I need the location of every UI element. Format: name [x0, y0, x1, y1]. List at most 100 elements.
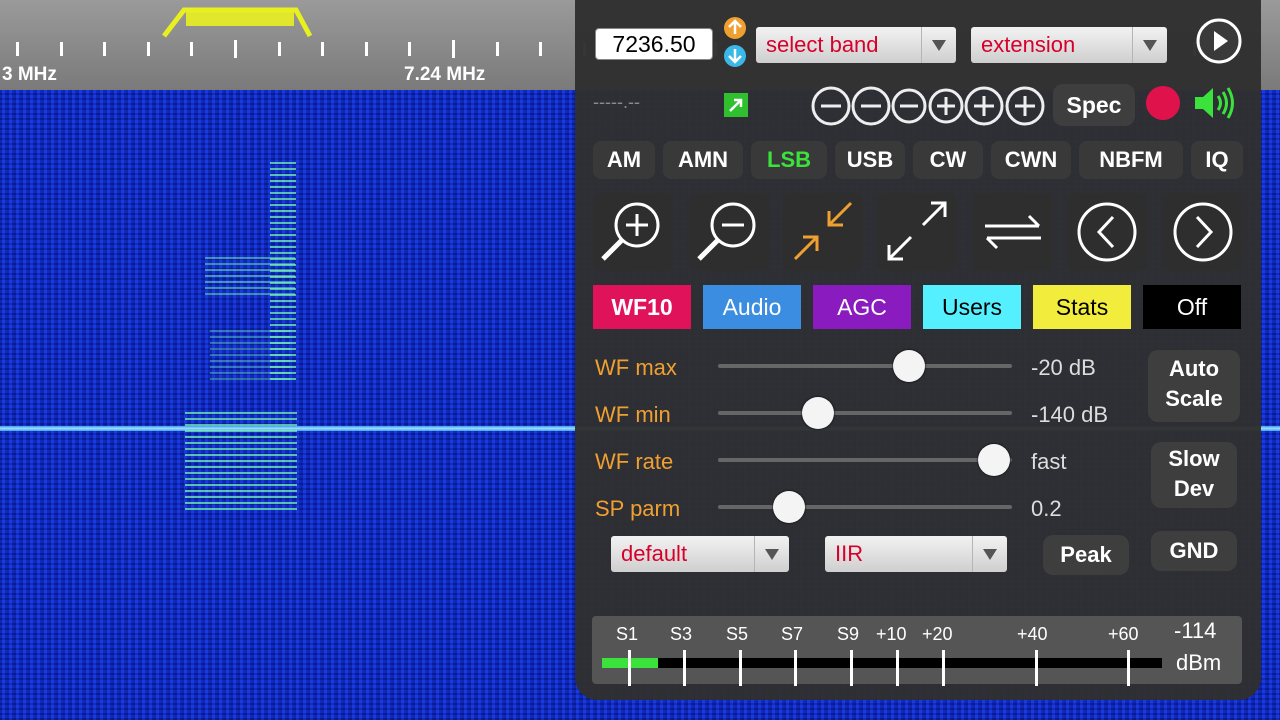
- frequency-down-icon[interactable]: [723, 44, 747, 68]
- mode-am[interactable]: AM: [593, 141, 655, 179]
- s-meter-tick: [1035, 650, 1038, 686]
- s-meter-label: +20: [922, 624, 953, 644]
- scale-tick: [408, 42, 411, 56]
- signal-trace: [185, 410, 297, 510]
- mode-cw[interactable]: CW: [913, 141, 983, 179]
- play-icon[interactable]: [1196, 18, 1242, 64]
- s-meter-label: S3: [670, 624, 693, 644]
- spec-button[interactable]: Spec: [1053, 84, 1135, 126]
- sp-parm-value: 0.2: [1031, 496, 1062, 521]
- open-external-icon[interactable]: [723, 92, 749, 118]
- expand-arrows-icon: [887, 201, 947, 261]
- wf-max-slider-handle[interactable]: [893, 350, 926, 382]
- mode-amn[interactable]: AMN: [663, 141, 743, 179]
- wf-rate-slider[interactable]: [718, 458, 1012, 462]
- chevron-left-icon: [1077, 202, 1137, 262]
- swap-arrows-icon: [985, 214, 1041, 250]
- s-meter-tick: [628, 650, 631, 686]
- mode-iq[interactable]: IQ: [1191, 141, 1243, 179]
- s-meter-tick: [1127, 650, 1130, 686]
- wf-rate-value: fast: [1031, 449, 1067, 474]
- s-meter-track: [602, 658, 1162, 668]
- tab-audio[interactable]: Audio: [703, 285, 801, 329]
- zoom-in-icon: [601, 202, 660, 261]
- s-meter-tick: [850, 650, 853, 686]
- s-meter: S1 S3 S5 S7 S9 +10 +20 +40 +60 -114 dBm: [592, 616, 1242, 686]
- scale-tick: [365, 42, 368, 56]
- wf-min-label: WF min: [595, 402, 671, 427]
- wf-min-slider[interactable]: [718, 411, 1012, 415]
- sp-parm-label: SP parm: [595, 496, 681, 521]
- slow-dev-button[interactable]: Slow Dev: [1151, 442, 1237, 508]
- band-select-value: select band: [766, 32, 879, 57]
- plus-icon[interactable]: [1005, 86, 1045, 126]
- zoom-out-button[interactable]: [689, 193, 769, 271]
- filter-select[interactable]: IIR: [825, 536, 1007, 572]
- tab-agc[interactable]: AGC: [813, 285, 911, 329]
- sp-parm-slider-handle[interactable]: [772, 491, 805, 523]
- mode-cwn[interactable]: CWN: [991, 141, 1071, 179]
- mode-usb[interactable]: USB: [835, 141, 905, 179]
- plus-icon[interactable]: [928, 88, 964, 124]
- scale-tick: [496, 42, 499, 56]
- swap-button[interactable]: [973, 193, 1053, 271]
- tab-wf10[interactable]: WF10: [593, 285, 691, 329]
- status-text: -----.--: [593, 92, 640, 112]
- step-forward-button[interactable]: [1163, 193, 1243, 271]
- gnd-button[interactable]: GND: [1151, 531, 1237, 571]
- wf-max-slider[interactable]: [718, 364, 1012, 368]
- scale-tick: [147, 42, 150, 56]
- chevron-right-icon: [1173, 202, 1233, 262]
- wf-max-label: WF max: [595, 355, 677, 380]
- speaker-icon[interactable]: [1192, 84, 1238, 122]
- s-meter-unit: dBm: [1176, 650, 1222, 675]
- scale-tick: [278, 42, 281, 56]
- step-back-button[interactable]: [1067, 193, 1147, 271]
- scale-tick: [321, 42, 324, 56]
- minus-icon[interactable]: [891, 88, 927, 124]
- s-meter-label: S1: [616, 624, 639, 644]
- scale-label-left: 3 MHz: [2, 64, 57, 85]
- s-meter-label: +10: [876, 624, 907, 644]
- band-select[interactable]: select band: [756, 27, 956, 63]
- zoom-max-button[interactable]: [877, 193, 957, 271]
- scale-tick: [60, 42, 63, 56]
- minus-icon[interactable]: [811, 86, 851, 126]
- extension-select-value: extension: [981, 32, 1076, 57]
- chevron-down-icon: [754, 536, 789, 572]
- chevron-down-icon: [1132, 27, 1167, 63]
- mode-lsb[interactable]: LSB: [751, 141, 827, 179]
- tab-stats[interactable]: Stats: [1033, 285, 1131, 329]
- frequency-up-icon[interactable]: [723, 16, 747, 40]
- wf-max-value: -20 dB: [1031, 355, 1096, 380]
- signal-trace: [210, 330, 290, 380]
- sp-parm-slider[interactable]: [718, 505, 1012, 509]
- zoom-in-button[interactable]: [593, 193, 673, 271]
- zoom-to-band-button[interactable]: [783, 193, 863, 271]
- s-meter-tick: [896, 650, 899, 686]
- record-button[interactable]: [1146, 86, 1180, 120]
- scale-tick: [103, 42, 106, 56]
- wf-min-value: -140 dB: [1031, 402, 1109, 427]
- auto-scale-button[interactable]: Auto Scale: [1148, 350, 1240, 422]
- compress-arrows-icon: [793, 201, 853, 261]
- peak-button[interactable]: Peak: [1043, 535, 1129, 575]
- tab-off[interactable]: Off: [1143, 285, 1241, 329]
- scale-tick: [234, 40, 237, 58]
- scale-tick: [16, 42, 19, 56]
- mode-nbfm[interactable]: NBFM: [1079, 141, 1183, 179]
- s-meter-tick: [794, 650, 797, 686]
- minus-icon[interactable]: [851, 86, 891, 126]
- frequency-input[interactable]: [595, 28, 713, 60]
- plus-icon[interactable]: [964, 86, 1004, 126]
- extension-select[interactable]: extension: [971, 27, 1167, 63]
- window-select[interactable]: default: [611, 536, 789, 572]
- tab-users[interactable]: Users: [923, 285, 1021, 329]
- wf-rate-slider-handle[interactable]: [978, 444, 1011, 476]
- chevron-down-icon: [921, 27, 956, 63]
- passband-indicator[interactable]: [160, 2, 320, 42]
- s-meter-tick: [683, 650, 686, 686]
- filter-select-value: IIR: [835, 541, 864, 566]
- wf-min-slider-handle[interactable]: [801, 397, 834, 429]
- s-meter-value: -114: [1174, 618, 1217, 643]
